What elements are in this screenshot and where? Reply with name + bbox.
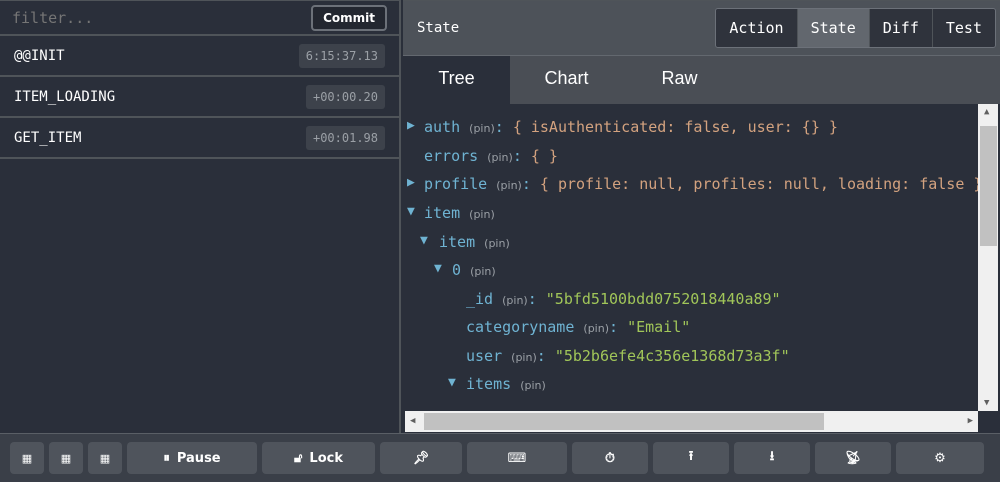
keyboard-icon: ⌨ bbox=[507, 450, 527, 466]
scroll-thumb[interactable] bbox=[980, 126, 997, 246]
tree-node-categoryname[interactable]: categoryname (pin): "Email" bbox=[466, 318, 690, 338]
action-item[interactable]: ITEM_LOADING +00:00.20 bbox=[0, 77, 399, 118]
inspector-header: State Action State Diff Test bbox=[403, 1, 1000, 56]
action-item[interactable]: @@INIT 6:15:37.13 bbox=[0, 36, 399, 77]
tab-raw[interactable]: Raw bbox=[623, 56, 736, 104]
tree-node-item-item[interactable]: ▼ item (pin) bbox=[420, 233, 510, 253]
stopwatch-icon: ⏱︎ bbox=[604, 450, 616, 466]
timer-button[interactable]: ⏱︎ bbox=[572, 442, 648, 474]
tree-node-profile[interactable]: ▶ profile (pin): { profile: null, profile… bbox=[407, 175, 978, 195]
pause-label: Pause bbox=[176, 450, 221, 466]
tree-node-id[interactable]: _id (pin): "5bfd5100bdd0752018440a89" bbox=[466, 290, 781, 310]
collapse-arrow-icon[interactable]: ▼ bbox=[420, 233, 428, 248]
tree-node-item[interactable]: ▼ item (pin) bbox=[407, 204, 495, 224]
expand-arrow-icon[interactable]: ▶ bbox=[407, 175, 415, 190]
settings-button[interactable]: ⚙ bbox=[896, 442, 984, 474]
view-tabs: Tree Chart Raw bbox=[403, 56, 1000, 104]
vertical-scrollbar[interactable]: ▲ ▼ bbox=[978, 104, 998, 411]
remote-antenna-icon: 📡︎ bbox=[844, 450, 862, 466]
action-list-panel: Commit @@INIT 6:15:37.13 ITEM_LOADING +00:… bbox=[0, 0, 401, 433]
collapse-arrow-icon[interactable]: ▼ bbox=[434, 261, 442, 276]
tab-diff[interactable]: Diff bbox=[869, 9, 933, 47]
export-button[interactable]: ⭱ bbox=[653, 442, 729, 474]
action-time: 6:15:37.13 bbox=[298, 43, 385, 68]
monitor-tabs: Action State Diff Test bbox=[715, 8, 996, 48]
filter-input[interactable] bbox=[12, 8, 292, 27]
remote-button[interactable]: 📡︎ bbox=[815, 442, 891, 474]
tab-action[interactable]: Action bbox=[716, 9, 798, 47]
horizontal-scrollbar[interactable]: ◀ ▶ bbox=[405, 411, 978, 432]
pin-icon: 📌︎ bbox=[412, 450, 430, 466]
layout-bottom-icon: ▦ bbox=[99, 451, 111, 465]
pause-icon: ⏸ bbox=[163, 450, 170, 466]
collapse-arrow-icon[interactable]: ▼ bbox=[448, 375, 456, 390]
tab-test[interactable]: Test bbox=[932, 9, 995, 47]
download-icon: ⭳ bbox=[769, 449, 775, 464]
state-tree: ▶ auth (pin): { isAuthenticated: false, u… bbox=[403, 104, 978, 412]
import-button[interactable]: ⭳ bbox=[734, 442, 810, 474]
layout-right-icon: ▦ bbox=[60, 451, 72, 465]
layout-left-icon: ▦ bbox=[21, 451, 33, 465]
lock-button[interactable]: 🔓︎ Lock bbox=[262, 442, 375, 474]
action-time: +00:01.98 bbox=[305, 125, 385, 150]
dock-left-button[interactable]: ▦ bbox=[10, 442, 44, 474]
action-name: GET_ITEM bbox=[14, 129, 82, 146]
tab-tree[interactable]: Tree bbox=[403, 56, 510, 104]
dock-right-button[interactable]: ▦ bbox=[49, 442, 83, 474]
tree-node-items[interactable]: ▼ items (pin) bbox=[448, 375, 546, 395]
collapse-arrow-icon[interactable]: ▼ bbox=[407, 204, 415, 219]
pin-button[interactable]: 📌︎ bbox=[380, 442, 462, 474]
action-name: ITEM_LOADING bbox=[14, 88, 116, 105]
dock-bottom-button[interactable]: ▦ bbox=[88, 442, 122, 474]
tree-node-user[interactable]: user (pin): "5b2b6efe4c356e1368d73a3f" bbox=[466, 347, 790, 367]
tab-chart[interactable]: Chart bbox=[510, 56, 623, 104]
expand-arrow-icon[interactable]: ▶ bbox=[407, 118, 415, 133]
commit-button[interactable]: Commit bbox=[311, 4, 387, 31]
pause-button[interactable]: ⏸ Pause bbox=[127, 442, 257, 474]
filter-row: Commit bbox=[0, 1, 399, 36]
tab-state[interactable]: State bbox=[797, 9, 870, 47]
tree-node-errors[interactable]: errors (pin): { } bbox=[424, 147, 558, 167]
upload-icon: ⭱ bbox=[688, 449, 694, 464]
gear-icon: ⚙ bbox=[934, 450, 946, 466]
lock-icon: 🔓︎ bbox=[293, 450, 303, 466]
action-time: +00:00.20 bbox=[305, 84, 385, 109]
tree-node-auth[interactable]: ▶ auth (pin): { isAuthenticated: false, u… bbox=[407, 118, 838, 138]
action-item[interactable]: GET_ITEM +00:01.98 bbox=[0, 118, 399, 159]
action-name: @@INIT bbox=[14, 47, 65, 64]
lock-label: Lock bbox=[309, 450, 343, 466]
inspector-title: State bbox=[417, 20, 460, 36]
bottom-toolbar: ▦ ▦ ▦ ⏸ Pause 🔓︎ Lock 📌︎ ⌨ ⏱︎ ⭱ ⭳ 📡︎ ⚙ bbox=[0, 433, 1000, 482]
scroll-thumb[interactable] bbox=[424, 413, 824, 430]
tree-node-0[interactable]: ▼ 0 (pin) bbox=[434, 261, 496, 281]
keyboard-button[interactable]: ⌨ bbox=[467, 442, 567, 474]
